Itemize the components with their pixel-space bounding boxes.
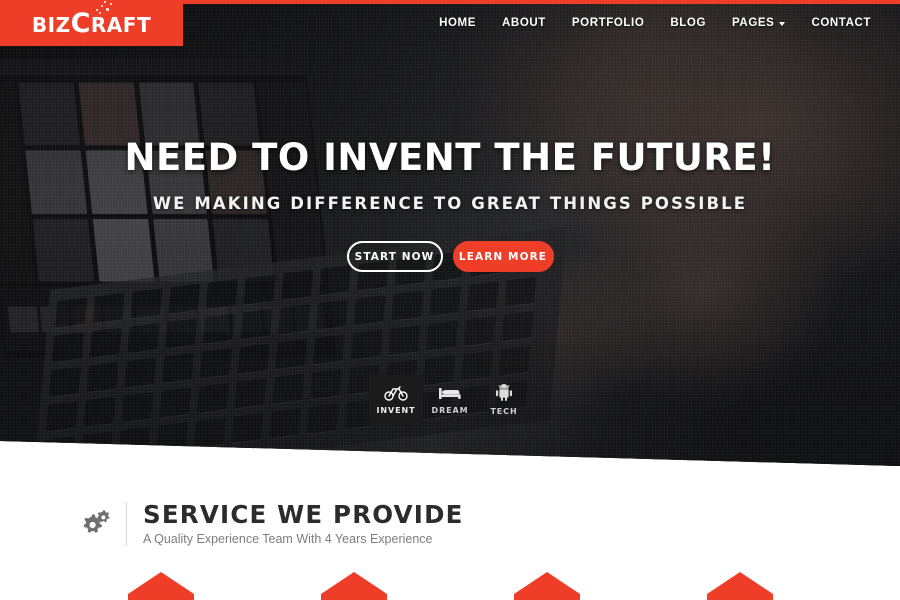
page-root: BIZCRAFT HOME ABOUT PORTFOLIO BLOG PAGES… [0,0,900,600]
logo-text-c: C [70,7,91,39]
service-card-2[interactable] [320,565,387,600]
bed-icon [438,385,462,401]
nav-item-blog[interactable]: BLOG [657,17,719,29]
nav-label: HOME [439,17,477,29]
feature-tile-label: TECH [490,407,518,416]
nav-label: PORTFOLIO [571,17,645,29]
gears-icon [78,507,112,541]
start-now-button[interactable]: START NOW [346,241,443,272]
hero-feature-tiles: INVENT DREAM TECH [0,375,900,425]
nav-item-home[interactable]: HOME [426,17,489,29]
service-section-title: SERVICE WE PROVIDE [143,500,464,530]
service-section-subtitle: A Quality Experience Team With 4 Years E… [143,531,433,546]
service-cards-row [0,565,900,600]
feature-tile-label: DREAM [431,406,469,415]
logo-text-biz: BIZ [31,12,71,37]
feature-tile-invent[interactable]: INVENT [369,375,423,425]
feature-tile-label: INVENT [376,406,416,415]
service-card-3[interactable] [513,565,580,600]
nav-item-portfolio[interactable]: PORTFOLIO [559,17,657,29]
heading-divider [126,502,127,546]
hero-button-group: START NOW LEARN MORE [0,241,900,272]
hero-headline: NEED TO INVENT THE FUTURE! [124,136,776,179]
chevron-down-icon [779,21,786,26]
feature-tile-tech[interactable]: TECH [477,375,531,425]
android-icon [495,384,513,402]
nav-label: CONTACT [811,17,871,29]
nav-label: PAGES [732,17,775,29]
logo-dots-icon [94,0,114,14]
nav-item-pages[interactable]: PAGES [719,17,798,29]
main-navigation: HOME ABOUT PORTFOLIO BLOG PAGES CONTACT [426,0,884,46]
hero-subheadline: WE MAKING DIFFERENCE TO GREAT THINGS POS… [152,194,748,213]
nav-label: BLOG [670,17,707,29]
nav-label: ABOUT [502,17,546,29]
learn-more-button[interactable]: LEARN MORE [452,241,554,272]
nav-item-contact[interactable]: CONTACT [798,17,884,29]
service-card-4[interactable] [706,565,773,600]
feature-tile-dream[interactable]: DREAM [423,375,477,425]
service-section-heading: SERVICE WE PROVIDE A Quality Experience … [78,502,464,546]
nav-item-about[interactable]: ABOUT [489,17,559,29]
service-card-1[interactable] [127,565,194,600]
bicycle-icon [384,385,408,401]
logo-text-raft: RAFT [90,12,152,37]
logo[interactable]: BIZCRAFT [0,0,183,46]
logo-text: BIZCRAFT [31,0,152,39]
